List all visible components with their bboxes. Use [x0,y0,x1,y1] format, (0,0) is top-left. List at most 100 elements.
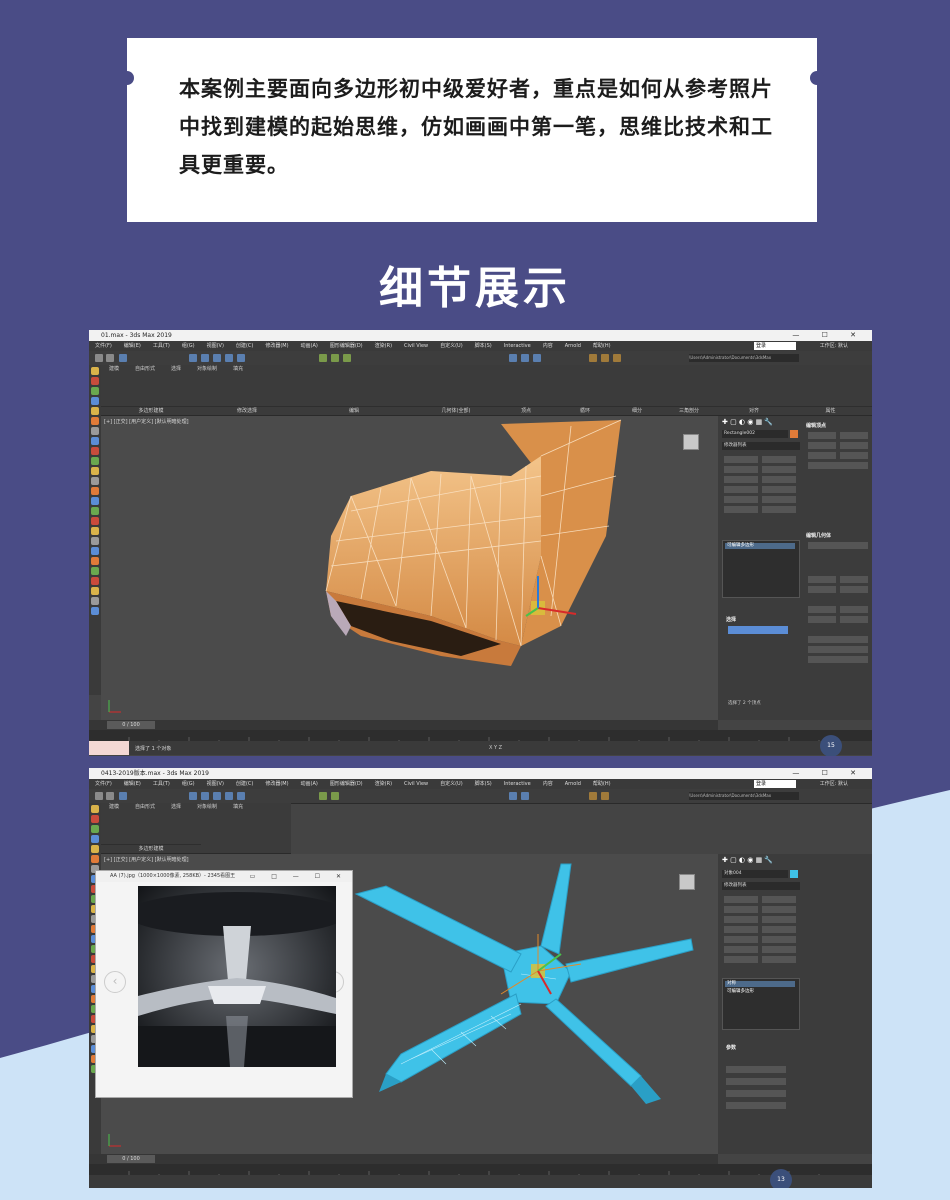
command-panel-tabs[interactable]: ✚ ▢ ◐ ◉ ▦ 🔧 [722,856,773,864]
modifier-button[interactable] [724,916,758,923]
geometry-button[interactable] [840,606,868,613]
menu-scripting[interactable]: 脚本(S) [475,343,492,349]
parameter-field[interactable] [726,1102,786,1109]
tool-icon[interactable] [91,845,99,853]
ribbon-tab-populate[interactable]: 填充 [233,365,243,372]
time-slider-handle[interactable]: 0 / 100 [107,1155,155,1163]
align-icon[interactable] [521,354,529,362]
tool-icon[interactable] [91,825,99,833]
menu-help[interactable]: 帮助(H) [593,781,611,787]
move-icon[interactable] [213,792,221,800]
ribbon-tab-object-paint[interactable]: 对象绘制 [197,365,217,372]
select-icon[interactable] [189,792,197,800]
tool-icon[interactable] [91,437,99,445]
modifier-button[interactable] [724,896,758,903]
modifier-button[interactable] [724,956,758,963]
modifier-button[interactable] [762,496,796,503]
menu-edit[interactable]: 编辑(E) [124,781,141,787]
menu-arnold[interactable]: Arnold [565,343,581,349]
workspace-selector[interactable]: 工作区: 默认 [820,341,848,351]
tool-icon[interactable] [91,547,99,555]
vertex-button[interactable] [840,442,868,449]
vertex-button[interactable] [808,442,836,449]
tool-icon[interactable] [91,835,99,843]
menu-file[interactable]: 文件(F) [95,343,112,349]
ribbon-tab-freeform[interactable]: 自由形式 [135,365,155,372]
stack-item-editable-poly[interactable]: 可编辑多边形 [725,989,795,995]
tool-icon[interactable] [91,567,99,575]
render-icon[interactable] [613,354,621,362]
geometry-button[interactable] [808,616,836,623]
tool-icon[interactable] [91,377,99,385]
align-icon[interactable] [521,792,529,800]
modifier-button[interactable] [762,896,796,903]
rollout-edit-vertices-title[interactable]: 编辑顶点 [806,422,826,429]
geometry-button[interactable] [808,606,836,613]
modifier-button[interactable] [762,486,796,493]
modifier-button[interactable] [724,936,758,943]
tool-icon[interactable] [91,457,99,465]
object-color-swatch[interactable] [790,870,798,878]
vertex-button[interactable] [808,462,868,469]
modifier-button[interactable] [762,936,796,943]
tool-icon[interactable] [91,387,99,395]
modifier-button[interactable] [724,456,758,463]
viewport-perspective[interactable]: [+] [正交] [用户定义] [默认明暗处理] [101,416,718,720]
menu-graph-editors[interactable]: 图形编辑器(D) [330,343,363,349]
geometry-button[interactable] [840,576,868,583]
rollout-parameters-title[interactable]: 参数 [726,1044,736,1051]
snap-icon[interactable] [319,792,327,800]
menu-animation[interactable]: 动画(A) [301,781,318,787]
modifier-button[interactable] [724,906,758,913]
ribbon-tab-modeling[interactable]: 建模 [109,803,119,810]
material-editor-icon[interactable] [589,354,597,362]
tool-icon[interactable] [91,497,99,505]
command-panel-tabs[interactable]: ✚ ▢ ◐ ◉ ▦ 🔧 [722,418,773,426]
menu-view[interactable]: 视图(V) [207,343,224,349]
ribbon-tab-modeling[interactable]: 建模 [109,365,119,372]
tool-icon[interactable] [91,467,99,475]
select-region-icon[interactable] [201,354,209,362]
tool-icon[interactable] [91,537,99,545]
menu-tools[interactable]: 工具(T) [153,343,170,349]
modifier-button[interactable] [724,486,758,493]
menu-modifiers[interactable]: 修改器(M) [265,343,288,349]
workspace-selector[interactable]: 工作区: 默认 [820,779,848,789]
menu-scripting[interactable]: 脚本(S) [475,781,492,787]
tool-icon[interactable] [91,607,99,615]
geometry-button[interactable] [840,616,868,623]
redo-icon[interactable] [106,354,114,362]
modifier-button[interactable] [762,946,796,953]
modifier-button[interactable] [762,506,796,513]
menu-content[interactable]: 内容 [543,343,553,349]
modifier-button[interactable] [762,916,796,923]
window-controls[interactable]: — ☐ ✕ [792,768,866,779]
vertex-button[interactable] [808,432,836,439]
percent-snap-icon[interactable] [343,354,351,362]
object-color-swatch[interactable] [790,430,798,438]
modifier-button[interactable] [724,476,758,483]
image-viewer-controls[interactable]: ▭ □ — ☐ ✕ [250,871,348,882]
angle-snap-icon[interactable] [331,354,339,362]
tool-icon[interactable] [91,815,99,823]
tool-icon[interactable] [91,597,99,605]
layer-icon[interactable] [533,354,541,362]
ribbon-tab-object-paint[interactable]: 对象绘制 [197,803,217,810]
material-editor-icon[interactable] [589,792,597,800]
image-viewer-window[interactable]: AA (7).jpg（1000×1000像素, 258KB）- 2345看图王 … [95,870,353,1098]
menu-group[interactable]: 组(G) [182,343,195,349]
modifier-button[interactable] [762,476,796,483]
parameter-field[interactable] [726,1078,786,1085]
scale-icon[interactable] [237,354,245,362]
menu-group[interactable]: 组(G) [182,781,195,787]
tool-icon[interactable] [91,427,99,435]
tool-icon[interactable] [91,487,99,495]
menu-file[interactable]: 文件(F) [95,781,112,787]
undo-icon[interactable] [95,354,103,362]
modifier-button[interactable] [762,956,796,963]
geometry-button[interactable] [808,636,868,643]
modifier-stack[interactable]: 可编辑多边形 [722,540,800,598]
geometry-button[interactable] [808,576,836,583]
tool-icon[interactable] [91,517,99,525]
menu-rendering[interactable]: 渲染(R) [375,343,392,349]
